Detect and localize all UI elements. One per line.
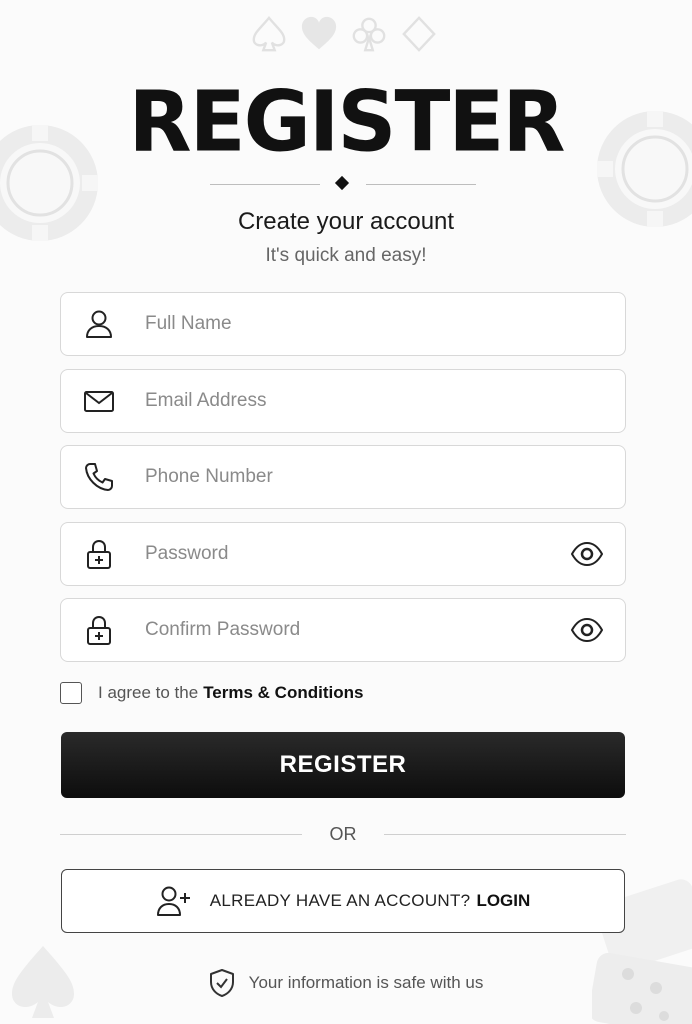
email-input[interactable] [143,370,547,432]
full-name-input[interactable] [143,293,547,355]
login-link[interactable]: LOGIN [476,891,530,911]
terms-row: I agree to the Terms & Conditions [60,682,363,704]
lock-icon [87,539,111,569]
diamond-ornament-icon [334,175,350,191]
or-separator: OR [60,822,626,846]
eye-icon[interactable] [571,540,603,568]
shield-check-icon [209,969,234,997]
login-prompt: ALREADY HAVE AN ACCOUNT? [209,891,471,910]
phone-field[interactable] [60,445,626,509]
envelope-icon [84,391,114,412]
add-user-icon [156,886,190,916]
full-name-field[interactable] [60,292,626,356]
confirm-password-input[interactable] [143,599,547,661]
register-button[interactable]: REGISTER [61,732,625,798]
phone-icon [85,463,113,491]
password-field[interactable] [60,522,626,586]
terms-label: I agree to the [98,683,199,702]
login-button[interactable]: ALREADY HAVE AN ACCOUNT? LOGIN [61,869,625,933]
diamond-icon [402,16,436,52]
page-subtitle: Create your account [237,208,455,235]
terms-link[interactable]: Terms & Conditions [203,683,363,703]
eye-icon[interactable] [571,616,603,644]
safety-note: Your information is safe with us [0,968,692,998]
confirm-password-field[interactable] [60,598,626,662]
terms-checkbox[interactable] [60,682,82,704]
lock-icon [87,615,111,645]
user-icon [86,310,112,338]
club-icon [352,17,386,52]
page-title: REGISTER [128,74,565,171]
card-suits [250,14,438,54]
heart-icon [301,16,337,50]
page-tagline: It's quick and easy! [265,245,427,266]
safety-text: Your information is safe with us [248,973,484,992]
spade-icon [252,15,286,52]
title-divider [210,175,476,192]
email-field[interactable] [60,369,626,433]
password-input[interactable] [143,523,547,585]
phone-input[interactable] [143,446,547,508]
